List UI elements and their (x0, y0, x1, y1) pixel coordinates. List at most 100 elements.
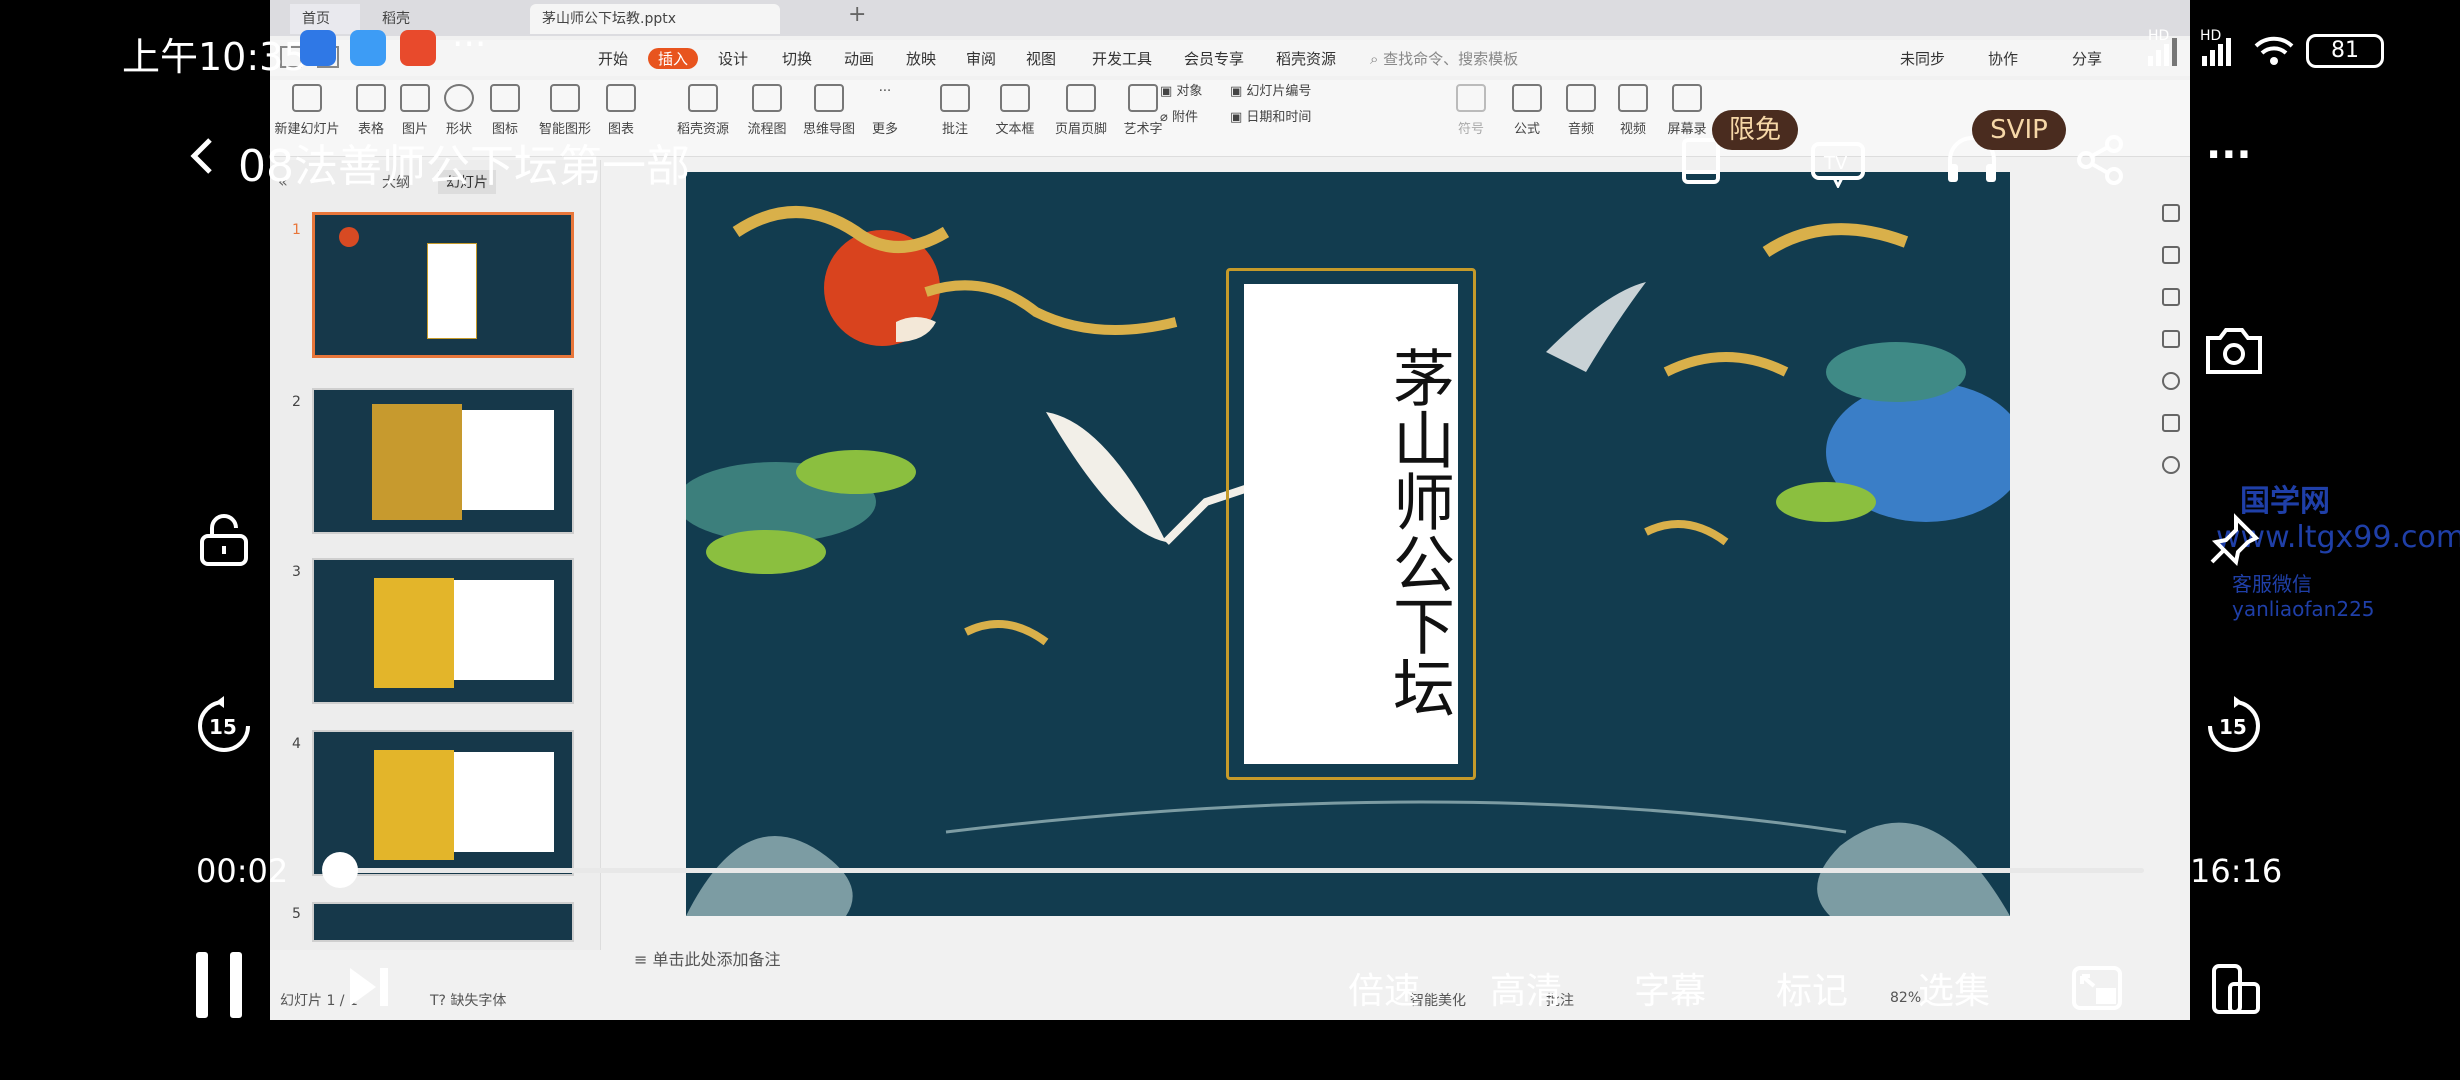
subtitle-button[interactable]: 字幕 (1634, 962, 1706, 1014)
slide-thumb-4 (312, 730, 574, 876)
more-icon: ··· (878, 84, 892, 99)
progress-track[interactable] (330, 868, 2144, 873)
replay-15-button[interactable]: 15 (186, 688, 262, 764)
quality-button[interactable]: 高清 (1490, 962, 1562, 1014)
badge-free: 限免 (1712, 110, 1798, 150)
recorded-menu-view: 视图 (1026, 50, 1057, 68)
rail-adjust-icon (2162, 246, 2180, 264)
lock-button[interactable] (186, 502, 262, 578)
recorded-share: 分享 (2072, 50, 2103, 68)
recorded-ribbon-menu: 开始 插入 设计 切换 动画 放映 审阅 视图 开发工具 会员专享 稻壳资源 ⌕… (270, 40, 2190, 76)
attachment-icon: ⌀ (1160, 110, 1172, 125)
tool-label: 符号 (1457, 122, 1484, 137)
tool-label: 日期和时间 (1246, 110, 1312, 125)
gold-cloud (732, 206, 950, 253)
recorded-tab-file: 茅山师公下坛教.pptx (530, 4, 780, 34)
tool-label: 页眉页脚 (1054, 122, 1107, 137)
forward-15-button[interactable]: 15 (2196, 688, 2272, 764)
pin-button[interactable] (2196, 502, 2272, 578)
slide-number: 4 (292, 736, 301, 752)
thumb-gold (372, 404, 462, 520)
tool-label: 艺术字 (1123, 122, 1163, 137)
signal-1-icon (2146, 36, 2180, 66)
slide-thumb-3 (312, 558, 574, 704)
episodes-button[interactable]: 选集 (1918, 962, 1990, 1014)
chart-icon (606, 84, 636, 112)
pip-button[interactable] (2070, 960, 2124, 1014)
docer-icon (688, 84, 718, 112)
message-app-icon (350, 30, 386, 66)
chevron-left-icon (190, 138, 212, 174)
rail-locate-icon (2162, 456, 2180, 474)
tool-label: 思维导图 (802, 122, 855, 137)
rail-brush-icon (2162, 204, 2180, 222)
slide-number: 3 (292, 564, 301, 580)
tool-label: 流程图 (747, 122, 787, 137)
wave (945, 800, 1847, 834)
unlock-icon (200, 514, 248, 566)
recorded-menu-design: 设计 (718, 50, 749, 68)
tool-label: 幻灯片编号 (1246, 84, 1312, 99)
badge-svip: SVIP (1972, 110, 2066, 150)
progress-thumb[interactable] (322, 852, 358, 888)
signal-2-icon (2200, 36, 2234, 66)
more-menu-icon[interactable]: ··· (2206, 132, 2252, 178)
calendar-icon: ▣ (1230, 110, 1247, 125)
screenshot-button[interactable] (2196, 312, 2272, 388)
tool-attachment: ⌀ 附件 (1160, 106, 1240, 125)
slide-title: 茅山师公下坛 (1382, 346, 1455, 718)
tool-label: 音频 (1567, 122, 1594, 137)
tool-datetime: ▣ 日期和时间 (1230, 106, 1430, 125)
slide-thumb-5 (312, 902, 574, 942)
gold-cloud (1663, 352, 1789, 377)
next-button[interactable] (346, 964, 392, 1014)
mark-button[interactable]: 标记 (1776, 962, 1848, 1014)
recorded-menu-transition: 切换 (782, 50, 813, 68)
recorded-search-placeholder: 查找命令、搜索模板 (1383, 50, 1519, 68)
more-notifications-icon: ··· (452, 24, 487, 65)
gold-cloud (964, 620, 1049, 646)
formula-icon (1512, 84, 1542, 112)
pin-icon (2210, 513, 2260, 567)
font-missing-icon: T? (430, 993, 451, 1009)
recorded-search: ⌕ 查找命令、搜索模板 (1370, 48, 1518, 69)
thumb-gold (374, 750, 454, 860)
video-title: 08法善师公下坛第一部 (238, 141, 690, 192)
tool-textbox: 文本框 (980, 84, 1050, 137)
rail-star-icon (2162, 288, 2180, 306)
symbol-icon (1456, 84, 1486, 112)
duration: 16:16 (2190, 852, 2283, 890)
pine-tree (1776, 482, 1876, 522)
recorded-right-rail (2150, 190, 2190, 490)
new-slide-icon (292, 84, 322, 112)
pip-icon (2072, 966, 2122, 1010)
pause-bar (196, 952, 208, 1018)
recorded-menu-insert: 插入 (648, 48, 699, 69)
pine-tree (1826, 342, 1966, 402)
recorded-status-font: T? 缺失字体 (430, 990, 506, 1010)
share-icon[interactable] (2074, 134, 2126, 186)
rail-copy-icon (2162, 330, 2180, 348)
tv-cast-icon[interactable]: TV (1810, 138, 1866, 190)
svg-text:TV: TV (1823, 153, 1848, 174)
recorded-slide-canvas: 茅山师公下坛 (686, 172, 2010, 916)
icons-icon (490, 84, 520, 112)
smartart-icon (550, 84, 580, 112)
tool-label: 附件 (1171, 110, 1198, 125)
slide-number-icon: ▣ (1230, 84, 1247, 99)
recorded-menu-home: 开始 (598, 50, 629, 68)
forward-15-icon: 15 (2208, 696, 2260, 752)
sun-cloud (896, 317, 936, 342)
slide-number: 5 (292, 906, 301, 922)
object-icon: ▣ (1160, 84, 1177, 99)
flowchart-icon (752, 84, 782, 112)
wifi-icon (2254, 34, 2294, 66)
tool-more: ··· 更多 (850, 84, 920, 137)
recorded-menu-animation: 动画 (844, 50, 875, 68)
recorded-new-tab-icon: + (848, 2, 867, 27)
back-button[interactable] (186, 134, 216, 190)
pause-button[interactable] (196, 952, 264, 1022)
rotate-button[interactable] (2208, 962, 2262, 1016)
rotate-screen-icon (2212, 964, 2260, 1014)
speed-button[interactable]: 倍速 (1348, 962, 1420, 1014)
